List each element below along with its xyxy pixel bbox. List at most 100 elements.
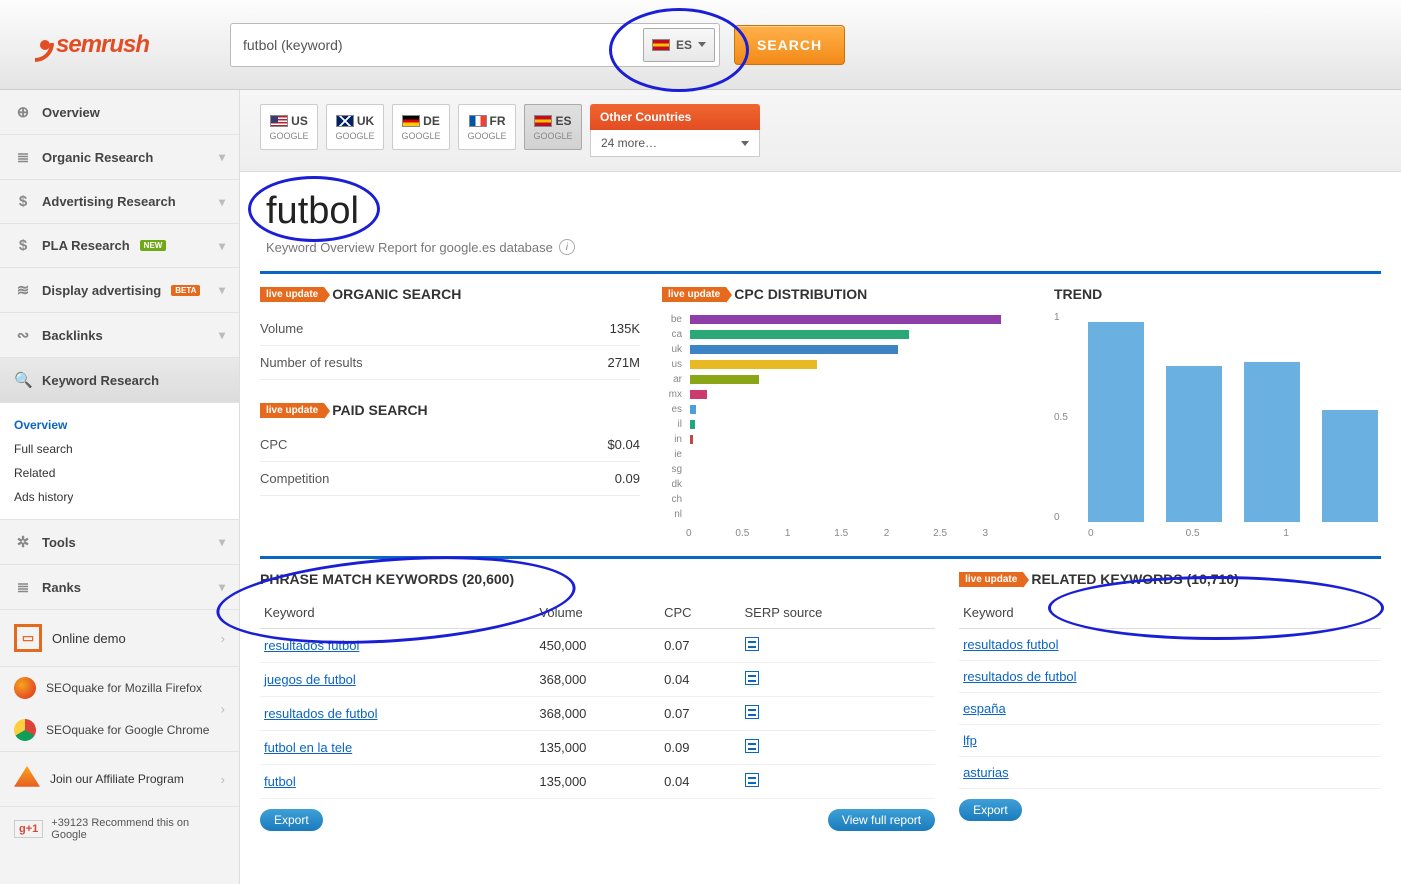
axis-tick: 1	[1283, 528, 1381, 539]
export-button[interactable]: Export	[260, 809, 323, 831]
sidebar-item-advertising-research[interactable]: $Advertising Research▾	[0, 180, 239, 224]
table-row: resultados futbol450,0000.07	[260, 629, 935, 663]
keyword-link[interactable]: resultados de futbol	[264, 706, 377, 721]
chevron-down-icon: ▾	[219, 328, 225, 342]
online-demo-link[interactable]: ▭ Online demo ›	[0, 610, 239, 667]
keyword-link[interactable]: resultados futbol	[963, 637, 1058, 652]
cpc-bar	[690, 420, 695, 429]
table-header: Keyword	[959, 597, 1381, 629]
sidebar-item-organic-research[interactable]: ≣ Organic Research ▾	[0, 135, 239, 180]
page-title: futbol	[266, 190, 1375, 233]
country-tab-us[interactable]: USGOOGLE	[260, 104, 318, 150]
table-row: futbol135,0000.04	[260, 765, 935, 799]
sidebar-item-keyword-research[interactable]: 🔍Keyword Research	[0, 358, 239, 403]
serp-source-icon[interactable]	[745, 739, 759, 753]
cpc-distribution-chart: becaukusarmxesiliniesgdkchnl00.511.522.5…	[662, 312, 1032, 539]
cpc-bar	[690, 435, 693, 444]
other-countries-header: Other Countries	[590, 104, 760, 130]
axis-tick: 2.5	[933, 528, 982, 539]
metric-value: 135K	[610, 321, 640, 336]
view-full-report-button[interactable]: View full report	[828, 809, 935, 831]
affiliate-link[interactable]: Join our Affiliate Program ›	[0, 752, 239, 807]
sidebar-item-pla-research[interactable]: $PLA ResearchNEW▾	[0, 224, 239, 268]
sidebar: ⊕Overview≣Organic Research▾$Advertising …	[0, 90, 240, 884]
keyword-link[interactable]: resultados de futbol	[963, 669, 1076, 684]
serp-source-icon[interactable]	[745, 705, 759, 719]
related-keywords-table: Keyword resultados futbol resultados de f…	[959, 597, 1381, 789]
serp-source-icon[interactable]	[745, 671, 759, 685]
sidebar-item-label: Display advertising	[42, 283, 161, 298]
export-button[interactable]: Export	[959, 799, 1022, 821]
subnav-full-search[interactable]: Full search	[0, 437, 239, 461]
chevron-down-icon: ▾	[219, 535, 225, 549]
organic-search-heading: ORGANIC SEARCH	[332, 286, 461, 302]
keyword-link[interactable]: juegos de futbol	[264, 672, 356, 687]
search-input[interactable]	[243, 37, 643, 53]
country-tab-fr[interactable]: FRGOOGLE	[458, 104, 516, 150]
serp-source-icon[interactable]	[745, 773, 759, 787]
keyword-link[interactable]: lfp	[963, 733, 977, 748]
country-sub: GOOGLE	[269, 131, 308, 141]
table-header: Keyword	[260, 597, 535, 629]
sidebar-item-display-advertising[interactable]: ≋Display advertisingBETA▾	[0, 268, 239, 313]
other-countries-dropdown[interactable]: 24 more…	[590, 130, 760, 157]
nav-icon: ∾	[14, 326, 32, 344]
table-row: españa	[959, 693, 1381, 725]
sidebar-item-backlinks[interactable]: ∾ Backlinks ▾	[0, 313, 239, 358]
table-row: asturias	[959, 757, 1381, 789]
table-row: futbol en la tele135,0000.09	[260, 731, 935, 765]
keyword-link[interactable]: asturias	[963, 765, 1009, 780]
keyword-link[interactable]: españa	[963, 701, 1006, 716]
volume-cell: 368,000	[535, 697, 660, 731]
cpc-country-label: ca	[662, 329, 682, 340]
sidebar-item-label: Ranks	[42, 580, 81, 595]
table-row: resultados de futbol368,0000.07	[260, 697, 935, 731]
subnav-ads-history[interactable]: Ads history	[0, 485, 239, 509]
search-button[interactable]: SEARCH	[734, 25, 845, 65]
axis-tick: 0.5	[1054, 412, 1068, 423]
nav-icon: ⊕	[14, 103, 32, 121]
serp-source-icon[interactable]	[745, 637, 759, 651]
cpc-country-label: sg	[662, 464, 682, 475]
flag-fr-icon	[469, 115, 487, 127]
sidebar-item-label: Organic Research	[42, 150, 153, 165]
chevron-down-icon	[741, 141, 749, 146]
cpc-bar	[690, 330, 909, 339]
sidebar-item-label: Backlinks	[42, 328, 103, 343]
subnav-related[interactable]: Related	[0, 461, 239, 485]
keyword-link[interactable]: resultados futbol	[264, 638, 359, 653]
info-icon[interactable]: i	[559, 239, 575, 255]
keyword-link[interactable]: futbol	[264, 774, 296, 789]
cpc-bar	[690, 345, 898, 354]
subnav-overview[interactable]: Overview	[0, 413, 239, 437]
sidebar-item-label: Advertising Research	[42, 194, 176, 209]
database-select[interactable]: ES	[643, 28, 715, 62]
nav-icon: ≣	[14, 148, 32, 166]
chevron-down-icon: ▾	[219, 150, 225, 164]
google-plus-widget[interactable]: g+1 +39123 Recommend this on Google	[0, 807, 239, 851]
sidebar-item-overview[interactable]: ⊕Overview	[0, 90, 239, 135]
country-tab-de[interactable]: DEGOOGLE	[392, 104, 450, 150]
trend-bar	[1166, 366, 1222, 522]
nav-icon: ≋	[14, 281, 32, 299]
country-tab-uk[interactable]: UKGOOGLE	[326, 104, 384, 150]
seoquake-chrome-link[interactable]: SEOquake for Google Chrome	[0, 709, 239, 751]
flag-de-icon	[402, 115, 420, 127]
volume-cell: 450,000	[535, 629, 660, 663]
seoquake-firefox-link[interactable]: SEOquake for Mozilla Firefox	[0, 667, 239, 709]
cpc-country-label: mx	[662, 389, 682, 400]
keyword-link[interactable]: futbol en la tele	[264, 740, 352, 755]
other-countries-label: 24 more…	[601, 136, 657, 150]
cpc-distribution-heading: CPC DISTRIBUTION	[734, 286, 867, 302]
axis-tick: 0	[1088, 528, 1186, 539]
chevron-down-icon: ▾	[219, 195, 225, 209]
logo[interactable]: semrush	[20, 31, 230, 59]
sidebar-item-tools[interactable]: ✲Tools▾	[0, 520, 239, 565]
table-row: resultados de futbol	[959, 661, 1381, 693]
live-update-badge: live update	[662, 287, 726, 302]
table-header: SERP source	[741, 597, 936, 629]
country-tab-es[interactable]: ESGOOGLE	[524, 104, 582, 150]
online-demo-label: Online demo	[52, 631, 211, 646]
sidebar-item-ranks[interactable]: ≣Ranks▾	[0, 565, 239, 610]
gplus-badge: g+1	[14, 820, 43, 838]
